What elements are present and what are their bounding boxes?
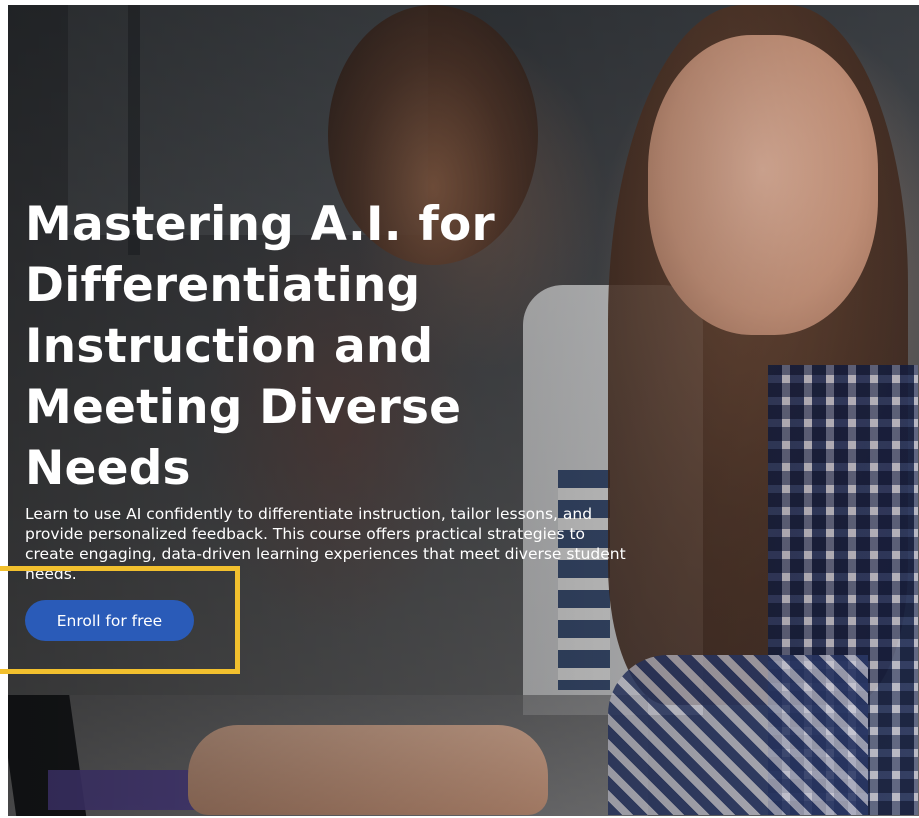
enroll-button[interactable]: Enroll for free [25, 600, 194, 641]
course-description: Learn to use AI confidently to different… [25, 505, 626, 583]
course-title: Mastering A.I. for Differentiating Instr… [25, 197, 495, 496]
